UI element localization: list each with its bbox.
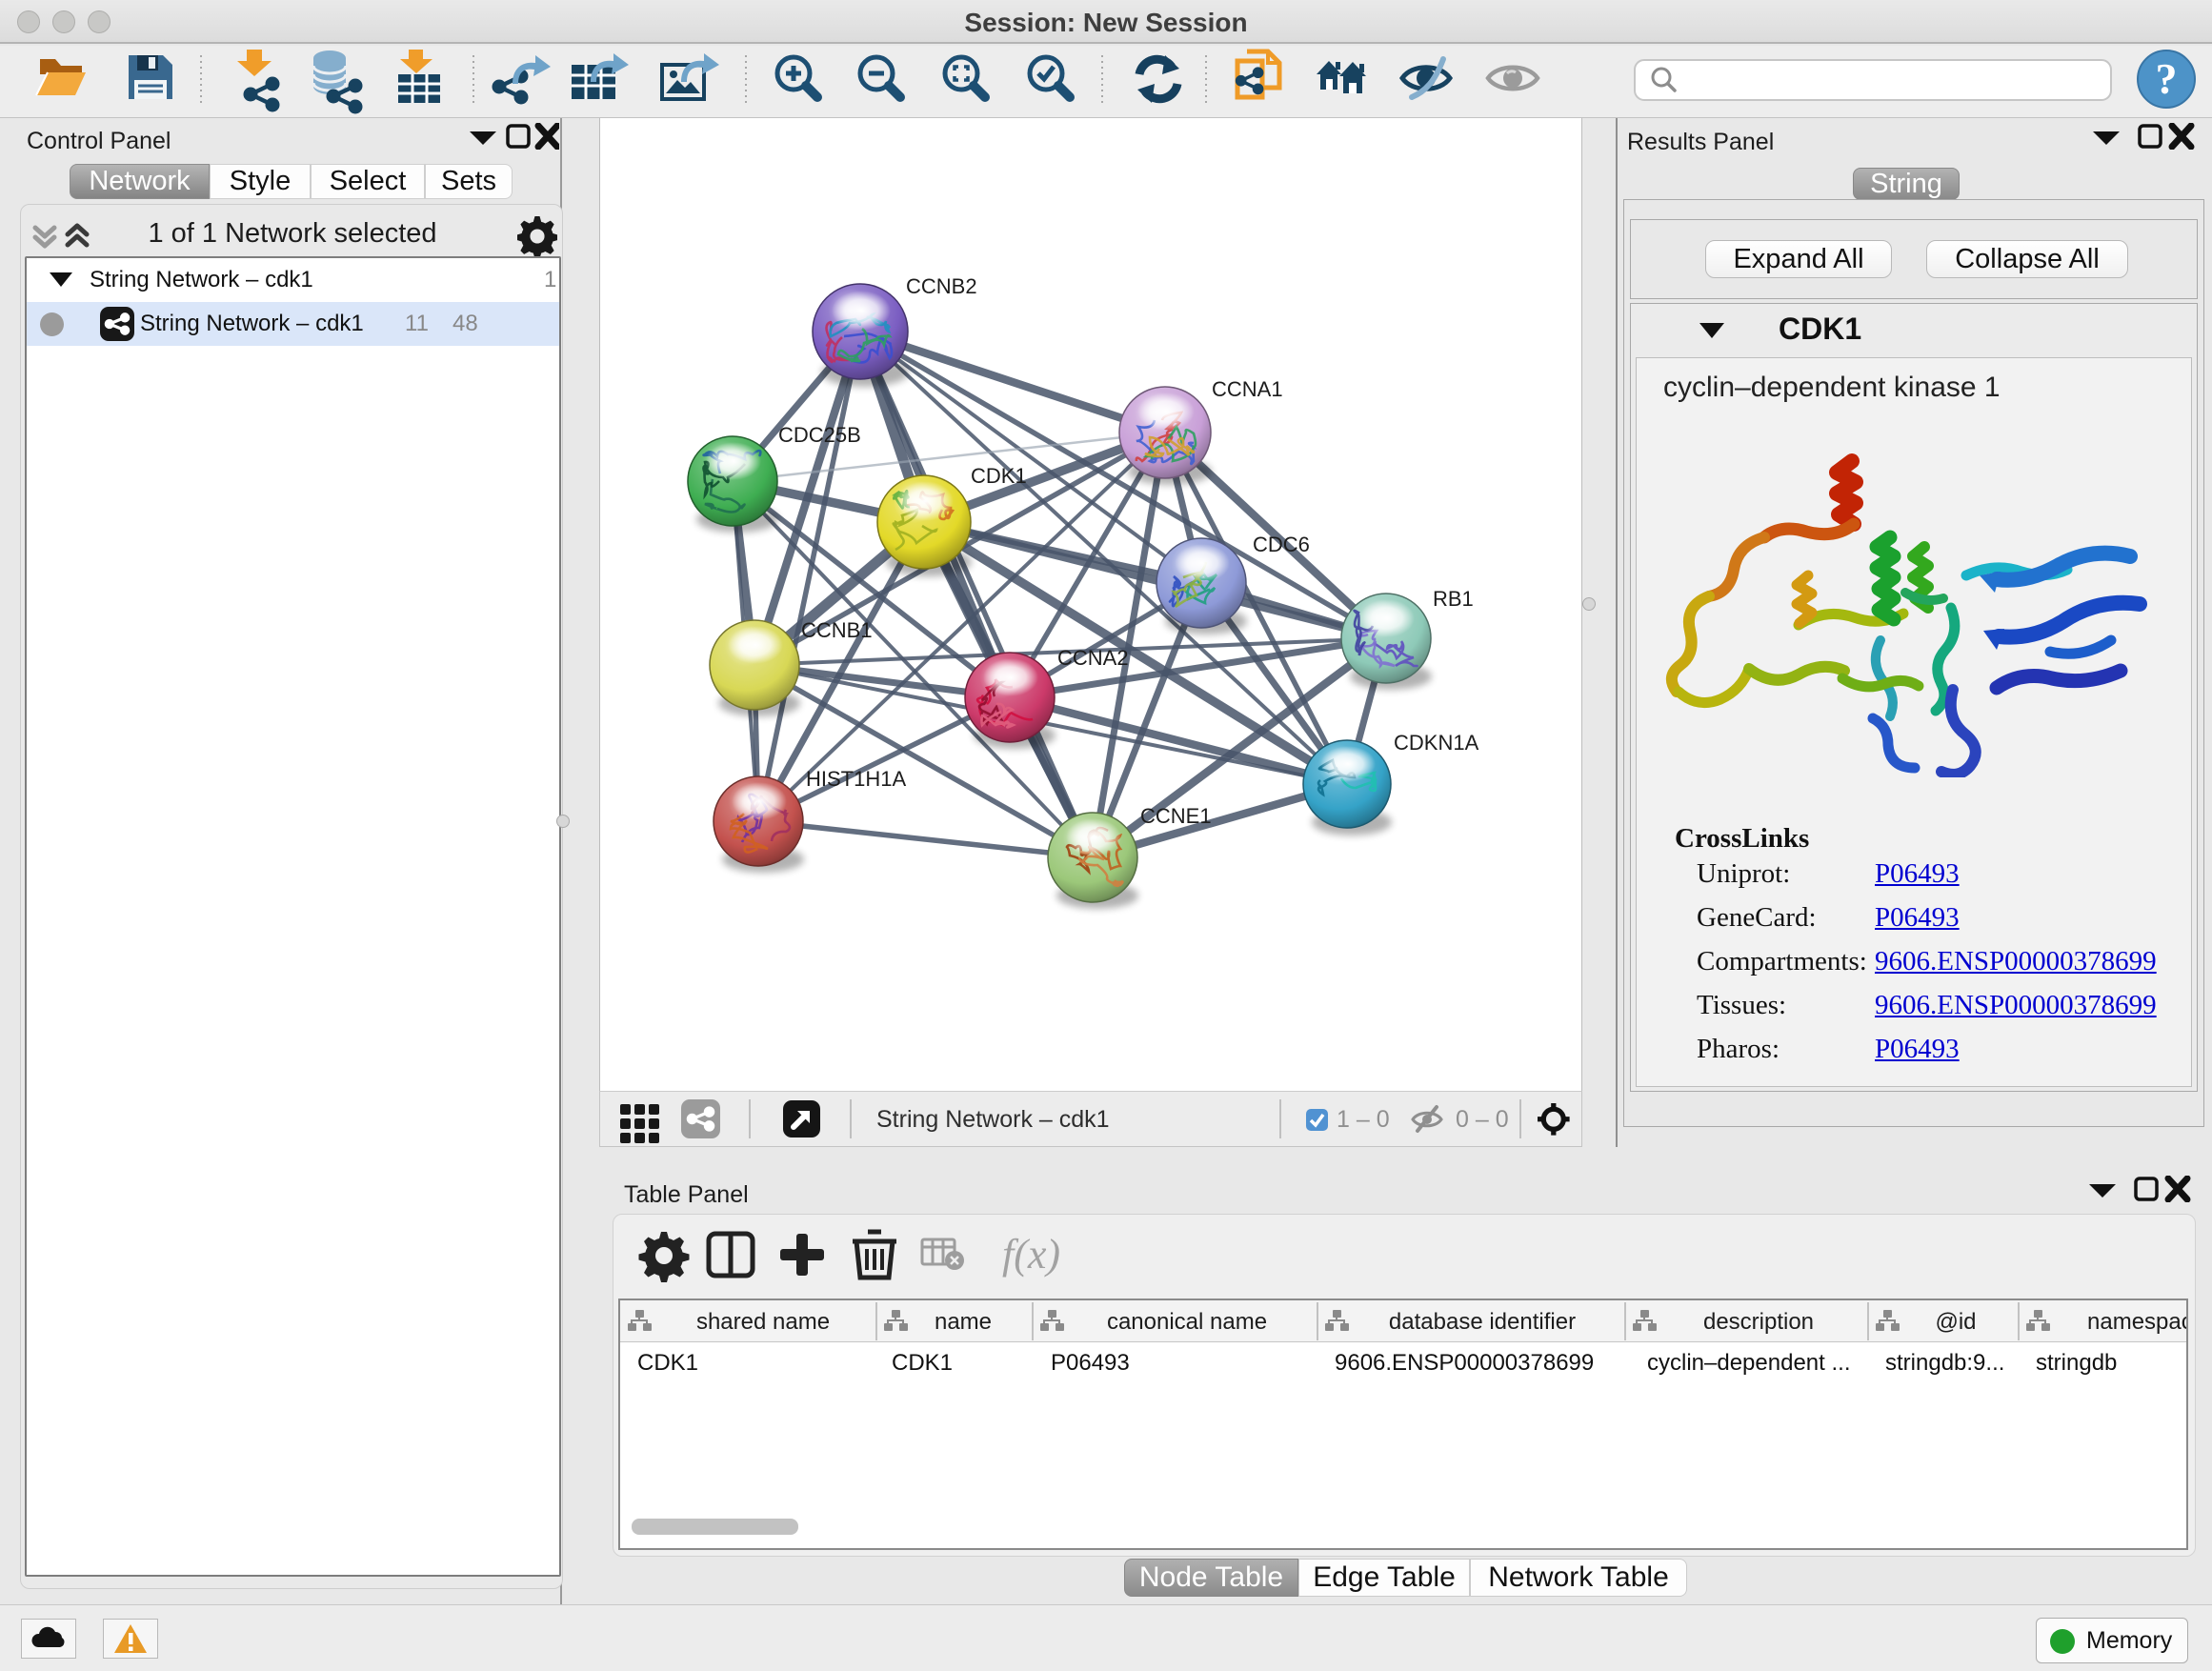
svg-text:f(x): f(x) xyxy=(1002,1231,1060,1278)
svg-text:CCNB1: CCNB1 xyxy=(801,618,873,642)
svg-text:canonical name: canonical name xyxy=(1107,1309,1267,1335)
svg-text:CDC6: CDC6 xyxy=(1253,533,1310,556)
svg-text:shared name: shared name xyxy=(696,1309,830,1335)
svg-text:1 – 0: 1 – 0 xyxy=(1337,1106,1390,1133)
svg-text:CDKN1A: CDKN1A xyxy=(1394,731,1479,755)
svg-text:description: description xyxy=(1703,1309,1814,1335)
svg-text:CCNA1: CCNA1 xyxy=(1212,377,1283,401)
svg-text:?: ? xyxy=(2156,54,2178,103)
svg-text:CCNE1: CCNE1 xyxy=(1140,804,1212,828)
svg-text:HIST1H1A: HIST1H1A xyxy=(806,767,906,791)
svg-text:CDK1: CDK1 xyxy=(971,464,1027,488)
svg-text:CDC25B: CDC25B xyxy=(778,423,861,447)
svg-text:CCNB2: CCNB2 xyxy=(906,274,977,298)
svg-text:database identifier: database identifier xyxy=(1389,1309,1576,1335)
svg-text:0 – 0: 0 – 0 xyxy=(1456,1106,1509,1133)
svg-text:namespace: namespace xyxy=(2087,1309,2186,1335)
svg-text:@id: @id xyxy=(1935,1309,1976,1335)
svg-text:CCNA2: CCNA2 xyxy=(1057,646,1129,670)
svg-text:name: name xyxy=(935,1309,992,1335)
svg-text:String Network – cdk1: String Network – cdk1 xyxy=(876,1106,1110,1133)
svg-text:RB1: RB1 xyxy=(1433,587,1474,611)
